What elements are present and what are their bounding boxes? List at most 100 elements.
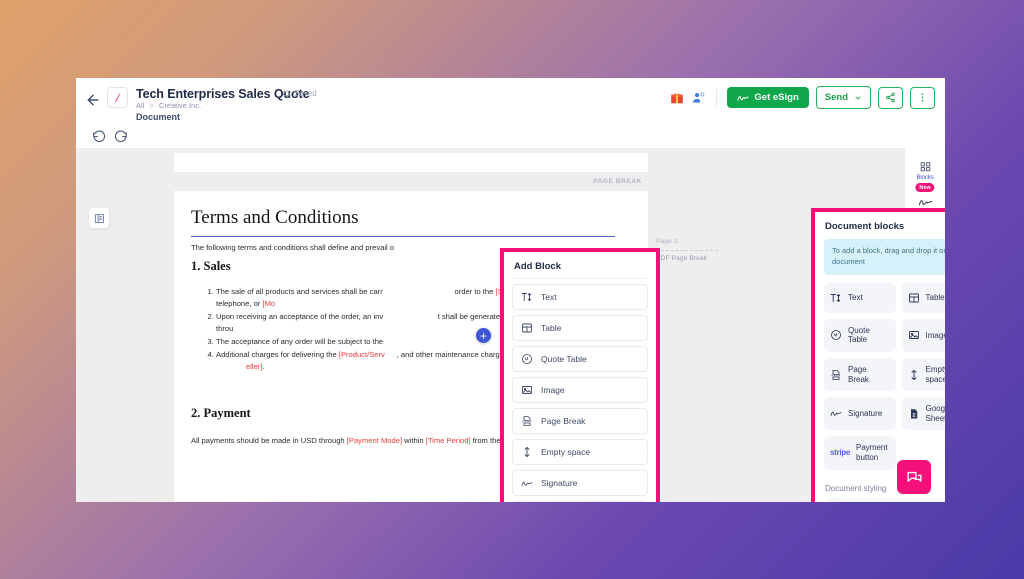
share-icon [885, 92, 896, 103]
add-block-google-sheet[interactable]: Google Sheet [512, 501, 648, 502]
undo-icon[interactable] [92, 129, 106, 143]
breadcrumb-separator: > [149, 101, 154, 110]
add-block-list: Text Table Quote Table Image Page Break … [504, 279, 656, 502]
add-block-label: Page Break [541, 416, 586, 426]
block-label: Text [848, 292, 863, 302]
document-blocks-panel: Document blocks To add a block, drag and… [811, 208, 945, 502]
block-signature[interactable]: Signature [824, 397, 896, 431]
add-block-popup: Add Block Text Table Quote Table Image P… [500, 248, 660, 502]
saved-status: Saved [282, 89, 317, 98]
add-block-empty-space[interactable]: Empty space [512, 439, 648, 465]
image-icon [908, 329, 920, 341]
redo-icon[interactable] [114, 129, 128, 143]
signature-icon [830, 408, 842, 420]
add-block-quote-table[interactable]: Quote Table [512, 346, 648, 372]
blocks-panel-title: Document blocks [825, 221, 905, 232]
saved-label: Saved [294, 89, 317, 98]
page2-label: Page 2 [656, 238, 678, 245]
block-label: Signature [848, 408, 883, 418]
block-label: Quote Table [848, 325, 870, 345]
block-label: Image [925, 330, 946, 340]
header-divider [716, 88, 718, 107]
editor-toolbar [76, 124, 945, 195]
layout-panel-icon[interactable] [89, 208, 109, 228]
send-button[interactable]: Send [815, 86, 871, 109]
add-block-table[interactable]: Table [512, 315, 648, 341]
quote-table-icon [830, 329, 842, 341]
back-arrow-icon[interactable] [85, 92, 101, 108]
empty-space-icon [521, 446, 533, 458]
send-label: Send [824, 92, 848, 103]
chat-bubble-icon[interactable] [897, 460, 931, 494]
block-google-sheet[interactable]: Google Sheet [901, 397, 946, 431]
block-label: Payment button [856, 443, 888, 462]
block-label: Google Sheet [925, 404, 946, 423]
add-block-label: Empty space [541, 447, 591, 457]
block-image[interactable]: Image [901, 318, 946, 352]
document-logo: / [107, 87, 128, 108]
page-break-icon [521, 415, 533, 427]
app-header: / Tech Enterprises Sales Quote Saved All… [76, 78, 945, 129]
quote-table-icon [521, 353, 533, 365]
add-block-label: Signature [541, 478, 578, 488]
block-empty-space[interactable]: Empty space [901, 357, 946, 392]
gift-icon[interactable] [670, 91, 684, 105]
page-break-icon [830, 369, 842, 381]
chevron-down-icon [854, 94, 862, 102]
blocks-panel-hint: To add a block, drag and drop it on the … [824, 239, 945, 275]
new-badge: New [915, 183, 935, 192]
page-sheet-previous [174, 153, 648, 172]
add-user-icon[interactable] [691, 91, 706, 105]
add-block-image[interactable]: Image [512, 377, 648, 403]
image-icon [521, 384, 533, 396]
table-icon [521, 322, 533, 334]
heading-rule [191, 236, 615, 238]
block-table[interactable]: Table [901, 282, 945, 313]
page2-marker: Page 2 PDF Page Break [656, 238, 746, 262]
block-text[interactable]: Text [824, 282, 896, 313]
block-label: Empty space [925, 364, 946, 384]
empty-space-icon [908, 369, 920, 381]
add-block-label: Quote Table [541, 354, 587, 364]
breadcrumb: All > Creative Inc. [136, 101, 201, 110]
cloud-saved-icon [282, 89, 291, 98]
get-esign-label: Get eSign [754, 92, 799, 103]
block-page-break[interactable]: Page Break [824, 357, 896, 392]
add-block-plus-button[interactable]: + [476, 328, 491, 343]
pdf-page-break-label: PDF Page Break [656, 255, 707, 262]
block-payment-button[interactable]: stripe Payment button [824, 436, 896, 470]
text-icon [521, 291, 533, 303]
blocks-icon [905, 159, 946, 173]
add-block-title: Add Block [514, 261, 561, 272]
document-section-2-heading: 2. Payment [191, 406, 251, 420]
breadcrumb-current[interactable]: Creative Inc. [159, 101, 201, 110]
breadcrumb-root[interactable]: All [136, 101, 144, 110]
add-block-signature[interactable]: Signature [512, 470, 648, 496]
stripe-icon: stripe [830, 448, 850, 458]
get-esign-button[interactable]: Get eSign [727, 87, 809, 108]
add-block-label: Text [541, 292, 557, 302]
add-block-page-break[interactable]: Page Break [512, 408, 648, 434]
share-button[interactable] [878, 86, 903, 109]
cover-page-row[interactable]: Cover page [824, 498, 945, 502]
google-sheet-icon [908, 408, 920, 420]
header-actions: Get eSign Send [670, 86, 935, 109]
table-icon [908, 292, 920, 304]
signature-icon [737, 93, 749, 103]
page-break-marker: PAGE BREAK [174, 172, 648, 191]
add-block-label: Image [541, 385, 565, 395]
more-options-button[interactable] [910, 86, 935, 109]
app-window: / Tech Enterprises Sales Quote Saved All… [76, 78, 945, 502]
document-section-1-heading: 1. Sales [191, 259, 231, 273]
blocks-grid: Text Table Quote Table Image [815, 282, 946, 470]
rail-label: Blocks [916, 175, 934, 181]
page2-dashed-line [656, 250, 718, 251]
add-block-text[interactable]: Text [512, 284, 648, 310]
rail-item-blocks[interactable]: Blocks [905, 154, 946, 185]
block-quote-table[interactable]: Quote Table [824, 318, 896, 352]
signature-icon [521, 477, 533, 489]
text-icon [830, 292, 842, 304]
more-vertical-icon [917, 92, 928, 103]
document-heading: Terms and Conditions [191, 207, 359, 228]
block-label: Table [925, 292, 945, 302]
